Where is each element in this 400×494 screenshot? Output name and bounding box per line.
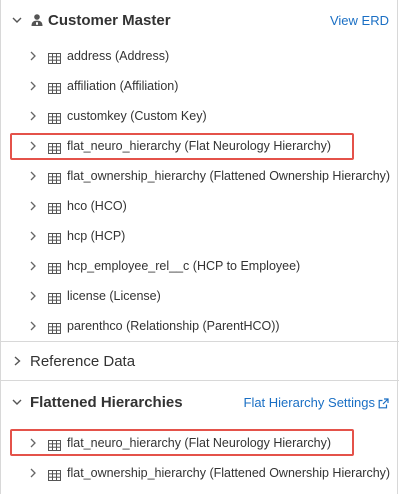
chevron-right-icon[interactable] bbox=[30, 291, 38, 301]
chevron-right-icon[interactable] bbox=[30, 141, 38, 151]
entity-label: hcp (HCP) bbox=[67, 229, 126, 243]
entity-label: hcp_employee_rel__c (HCP to Employee) bbox=[67, 259, 301, 273]
table-icon bbox=[48, 81, 61, 94]
entity-label: customkey (Custom Key) bbox=[67, 109, 207, 123]
table-icon bbox=[48, 201, 61, 214]
section-title-customer-master: Customer Master bbox=[48, 12, 171, 29]
entity-label: affiliation (Affiliation) bbox=[67, 79, 179, 93]
chevron-right-icon[interactable] bbox=[30, 468, 38, 478]
chevron-right-icon[interactable] bbox=[30, 81, 38, 91]
entity-row-parenthco[interactable]: parenthco (Relationship (ParentHCO)) bbox=[1, 311, 399, 341]
chevron-right-icon[interactable] bbox=[30, 201, 38, 211]
external-link-icon[interactable] bbox=[378, 396, 389, 409]
entity-row-license[interactable]: license (License) bbox=[1, 281, 399, 311]
chevron-right-icon[interactable] bbox=[12, 356, 22, 366]
entity-label: flat_neuro_hierarchy (Flat Neurology Hie… bbox=[67, 139, 332, 153]
section-header-flattened-hierarchies[interactable]: Flattened Hierarchies Flat Hierarchy Set… bbox=[1, 382, 399, 422]
table-icon bbox=[48, 141, 61, 154]
chevron-right-icon[interactable] bbox=[30, 438, 38, 448]
table-icon bbox=[48, 231, 61, 244]
chevron-down-icon[interactable] bbox=[12, 15, 22, 25]
entity-row-flat-neuro-hierarchy[interactable]: flat_neuro_hierarchy (Flat Neurology Hie… bbox=[1, 131, 399, 161]
chevron-right-icon[interactable] bbox=[30, 111, 38, 121]
table-icon bbox=[48, 468, 61, 481]
section-title-reference-data: Reference Data bbox=[30, 353, 136, 370]
entity-row-hcp[interactable]: hcp (HCP) bbox=[1, 221, 399, 251]
entity-label: license (License) bbox=[67, 289, 161, 303]
flat-hierarchy-settings-link[interactable]: Flat Hierarchy Settings bbox=[244, 395, 376, 410]
table-icon bbox=[48, 261, 61, 274]
entity-label: flat_ownership_hierarchy (Flattened Owne… bbox=[67, 466, 391, 480]
entity-row-address[interactable]: address (Address) bbox=[1, 41, 399, 71]
chevron-right-icon[interactable] bbox=[30, 171, 38, 181]
user-group-icon bbox=[30, 13, 44, 27]
entity-row-flat-ownership-hierarchy[interactable]: flat_ownership_hierarchy (Flattened Owne… bbox=[1, 458, 399, 488]
section-header-customer-master[interactable]: Customer Master View ERD bbox=[1, 0, 399, 40]
data-model-panel: Customer Master View ERD address (Addres… bbox=[0, 0, 399, 494]
entity-label: hco (HCO) bbox=[67, 199, 127, 213]
section-header-reference-data[interactable]: Reference Data bbox=[1, 341, 399, 381]
table-icon bbox=[48, 438, 61, 451]
entity-label: address (Address) bbox=[67, 49, 170, 63]
entity-row-hcp-employee-rel[interactable]: hcp_employee_rel__c (HCP to Employee) bbox=[1, 251, 399, 281]
entity-label: flat_neuro_hierarchy (Flat Neurology Hie… bbox=[67, 436, 332, 450]
table-icon bbox=[48, 321, 61, 334]
entity-row-hco[interactable]: hco (HCO) bbox=[1, 191, 399, 221]
entity-row-flat-neuro-hierarchy[interactable]: flat_neuro_hierarchy (Flat Neurology Hie… bbox=[1, 428, 399, 458]
chevron-right-icon[interactable] bbox=[30, 231, 38, 241]
entity-label: parenthco (Relationship (ParentHCO)) bbox=[67, 319, 280, 333]
entity-row-customkey[interactable]: customkey (Custom Key) bbox=[1, 101, 399, 131]
table-icon bbox=[48, 171, 61, 184]
section-title-flattened-hierarchies: Flattened Hierarchies bbox=[30, 394, 183, 411]
entity-row-affiliation[interactable]: affiliation (Affiliation) bbox=[1, 71, 399, 101]
chevron-right-icon[interactable] bbox=[30, 51, 38, 61]
table-icon bbox=[48, 111, 61, 124]
chevron-right-icon[interactable] bbox=[30, 261, 38, 271]
table-icon bbox=[48, 291, 61, 304]
chevron-right-icon[interactable] bbox=[30, 321, 38, 331]
chevron-down-icon[interactable] bbox=[12, 397, 22, 407]
view-erd-link[interactable]: View ERD bbox=[330, 13, 389, 28]
table-icon bbox=[48, 51, 61, 64]
entity-label: flat_ownership_hierarchy (Flattened Owne… bbox=[67, 169, 391, 183]
entity-row-flat-ownership-hierarchy[interactable]: flat_ownership_hierarchy (Flattened Owne… bbox=[1, 161, 399, 191]
